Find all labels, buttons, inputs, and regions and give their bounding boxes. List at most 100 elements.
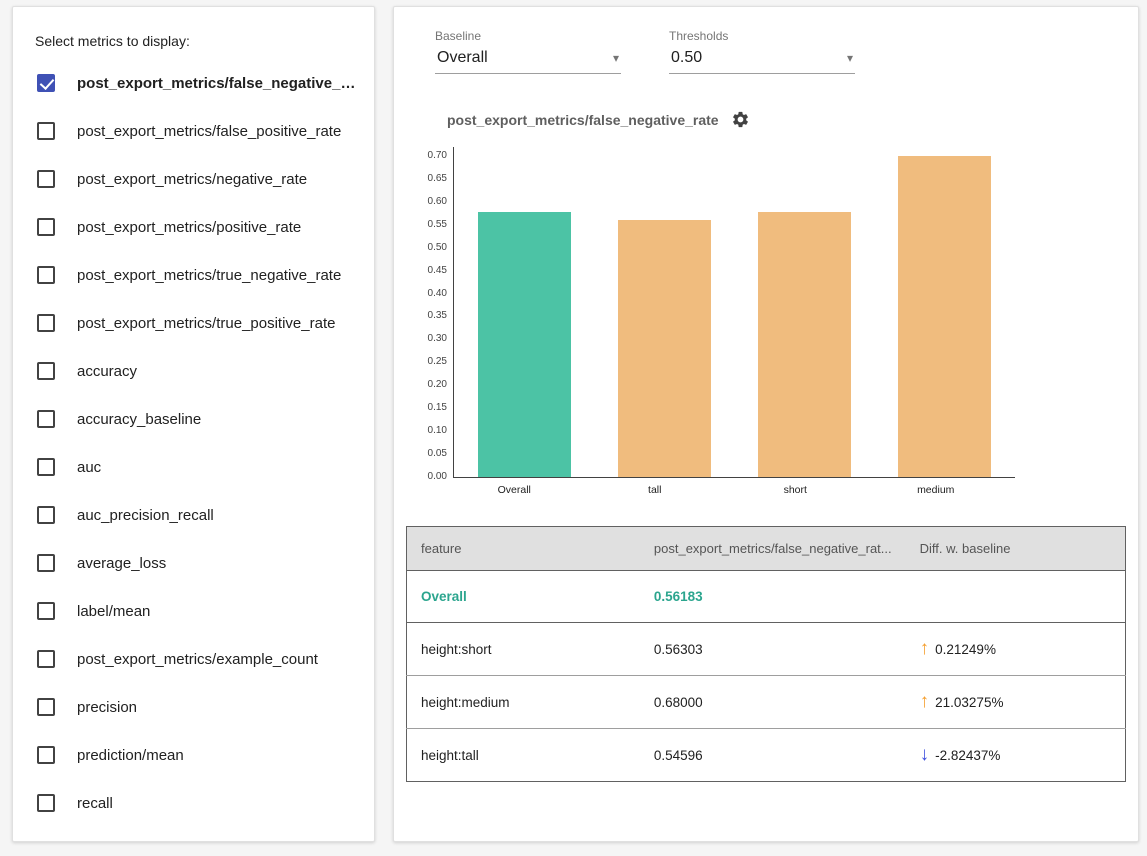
y-tick-label: 0.05 [428, 449, 447, 459]
checkbox-unchecked-icon[interactable] [37, 698, 55, 716]
metric-selector-panel: Select metrics to display: post_export_m… [12, 6, 375, 842]
checkbox-unchecked-icon[interactable] [37, 362, 55, 380]
y-tick-label: 0.10 [428, 426, 447, 436]
metric-checkbox-item[interactable]: prediction/mean [31, 731, 356, 779]
thresholds-select[interactable]: Thresholds 0.50 ▾ [669, 29, 855, 74]
checkbox-unchecked-icon[interactable] [37, 410, 55, 428]
checkbox-unchecked-icon[interactable] [37, 650, 55, 668]
feature-cell: height:medium [407, 676, 640, 729]
y-tick-label: 0.20 [428, 380, 447, 390]
diff-value: -2.82437% [935, 748, 1000, 763]
feature-cell: Overall [407, 571, 640, 623]
metric-selector-title: Select metrics to display: [31, 33, 356, 49]
checkbox-unchecked-icon[interactable] [37, 794, 55, 812]
results-panel: Baseline Overall ▾ Thresholds 0.50 ▾ pos… [393, 6, 1139, 842]
bar-Overall[interactable] [478, 212, 571, 477]
bar-tall[interactable] [618, 220, 711, 477]
up-arrow-icon: ↑ [920, 694, 930, 710]
metric-label: accuracy_baseline [77, 411, 201, 428]
metric-checkbox-item[interactable]: post_export_metrics/negative_rate [31, 155, 356, 203]
chart-header: post_export_metrics/false_negative_rate [447, 110, 1126, 129]
bar-medium[interactable] [898, 156, 991, 477]
metric-label: prediction/mean [77, 747, 184, 764]
bar-slot [875, 147, 1015, 477]
checkbox-unchecked-icon[interactable] [37, 218, 55, 236]
y-tick-label: 0.30 [428, 334, 447, 344]
metric-checkbox-item[interactable]: post_export_metrics/true_negative_rate [31, 251, 356, 299]
checkbox-unchecked-icon[interactable] [37, 122, 55, 140]
value-cell: 0.54596 [640, 729, 906, 782]
table-row[interactable]: Overall0.56183 [407, 571, 1126, 623]
metric-label: post_export_metrics/example_count [77, 651, 318, 668]
diff-value: 0.21249% [935, 642, 996, 657]
checkbox-unchecked-icon[interactable] [37, 266, 55, 284]
bar-slot [454, 147, 594, 477]
baseline-select[interactable]: Baseline Overall ▾ [435, 29, 621, 74]
diff-cell: ↑ 21.03275% [906, 676, 1126, 729]
metric-checkbox-item[interactable]: post_export_metrics/false_negative_r... [31, 59, 356, 107]
y-tick-label: 0.50 [428, 243, 447, 253]
y-tick-label: 0.65 [428, 174, 447, 184]
chart-x-axis: Overalltallshortmedium [444, 478, 1006, 496]
metric-label: post_export_metrics/false_negative_r... [77, 75, 356, 92]
checkbox-unchecked-icon[interactable] [37, 314, 55, 332]
value-cell: 0.56183 [640, 571, 906, 623]
y-tick-label: 0.00 [428, 472, 447, 482]
table-column-header: feature [407, 527, 640, 571]
bar-short[interactable] [758, 212, 851, 477]
metric-checkbox-item[interactable]: label/mean [31, 587, 356, 635]
metric-label: label/mean [77, 603, 150, 620]
controls-bar: Baseline Overall ▾ Thresholds 0.50 ▾ [435, 29, 1126, 74]
metric-label: post_export_metrics/false_positive_rate [77, 123, 341, 140]
down-arrow-icon: ↓ [920, 747, 930, 763]
metric-checkbox-item[interactable]: post_export_metrics/true_positive_rate [31, 299, 356, 347]
table-row[interactable]: height:short0.56303↑0.21249% [407, 623, 1126, 676]
diff-value: 21.03275% [935, 695, 1003, 710]
checkbox-checked-icon[interactable] [37, 74, 55, 92]
metric-checkbox-item[interactable]: post_export_metrics/example_count [31, 635, 356, 683]
checkbox-unchecked-icon[interactable] [37, 554, 55, 572]
checkbox-unchecked-icon[interactable] [37, 506, 55, 524]
metric-checkbox-item[interactable]: auc_precision_recall [31, 491, 356, 539]
chart-title: post_export_metrics/false_negative_rate [447, 112, 719, 128]
y-tick-label: 0.60 [428, 197, 447, 207]
x-tick-label: Overall [444, 484, 585, 496]
chart-y-axis: 0.700.650.600.550.500.450.400.350.300.25… [415, 147, 453, 478]
metric-checkbox-item[interactable]: average_loss [31, 539, 356, 587]
value-cell: 0.56303 [640, 623, 906, 676]
checkbox-unchecked-icon[interactable] [37, 602, 55, 620]
y-tick-label: 0.40 [428, 289, 447, 299]
settings-gear-icon[interactable] [731, 110, 750, 129]
checkbox-unchecked-icon[interactable] [37, 458, 55, 476]
metric-label: auc_precision_recall [77, 507, 214, 524]
bar-chart: 0.700.650.600.550.500.450.400.350.300.25… [415, 147, 1015, 478]
metric-label: post_export_metrics/positive_rate [77, 219, 301, 236]
y-tick-label: 0.55 [428, 220, 447, 230]
metric-checkbox-item[interactable]: accuracy [31, 347, 356, 395]
table-column-header: Diff. w. baseline [906, 527, 1126, 571]
table-row[interactable]: height:medium0.68000 ↑ 21.03275% [407, 676, 1126, 729]
chart-plot-area [453, 147, 1015, 478]
checkbox-unchecked-icon[interactable] [37, 746, 55, 764]
metric-checkbox-item[interactable]: post_export_metrics/false_positive_rate [31, 107, 356, 155]
metric-label: recall [77, 795, 113, 812]
page: Select metrics to display: post_export_m… [0, 0, 1147, 856]
value-cell: 0.68000 [640, 676, 906, 729]
chevron-down-icon: ▾ [613, 51, 619, 65]
metric-checkbox-item[interactable]: auc [31, 443, 356, 491]
y-tick-label: 0.15 [428, 403, 447, 413]
y-tick-label: 0.70 [428, 151, 447, 161]
baseline-select-label: Baseline [435, 29, 621, 43]
diff-cell: ↑ 0.21249% [906, 623, 1126, 676]
up-arrow-icon: ↑ [920, 641, 930, 657]
metric-checkbox-item[interactable]: recall [31, 779, 356, 827]
metric-checkbox-item[interactable]: accuracy_baseline [31, 395, 356, 443]
table-column-header: post_export_metrics/false_negative_rat..… [640, 527, 906, 571]
thresholds-select-label: Thresholds [669, 29, 855, 43]
table-row[interactable]: height:tall0.54596↓-2.82437% [407, 729, 1126, 782]
x-tick-label: tall [585, 484, 726, 496]
metric-checkbox-item[interactable]: precision [31, 683, 356, 731]
y-tick-label: 0.25 [428, 357, 447, 367]
metric-checkbox-item[interactable]: post_export_metrics/positive_rate [31, 203, 356, 251]
checkbox-unchecked-icon[interactable] [37, 170, 55, 188]
